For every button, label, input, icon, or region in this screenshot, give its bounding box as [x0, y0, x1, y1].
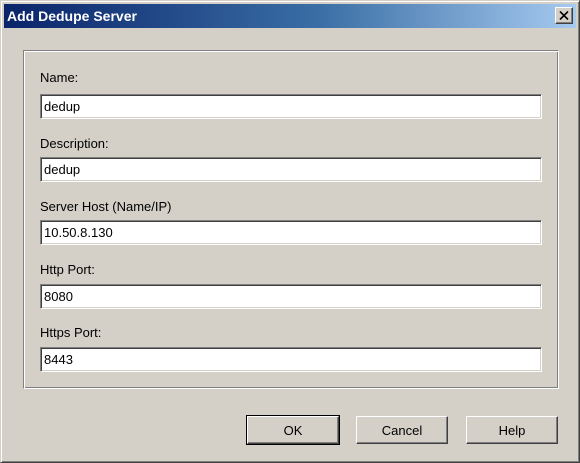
description-input[interactable]	[40, 157, 542, 182]
server-settings-panel: Name: Description: Server Host (Name/IP)…	[23, 50, 559, 389]
title-bar[interactable]: Add Dedupe Server	[4, 4, 576, 28]
cancel-button[interactable]: Cancel	[356, 416, 448, 444]
server-host-input[interactable]	[40, 220, 542, 245]
ok-button[interactable]: OK	[246, 415, 340, 445]
close-button[interactable]	[555, 7, 573, 24]
close-icon	[559, 11, 569, 20]
add-dedupe-server-dialog: Add Dedupe Server Name: Description: Ser…	[0, 0, 580, 463]
name-label: Name:	[40, 70, 79, 85]
https-port-input[interactable]	[40, 347, 542, 372]
name-input[interactable]	[40, 94, 542, 119]
https-port-label: Https Port:	[40, 325, 102, 340]
dialog-title: Add Dedupe Server	[7, 8, 137, 24]
http-port-label: Http Port:	[40, 262, 95, 277]
description-label: Description:	[40, 136, 109, 151]
help-button[interactable]: Help	[466, 416, 558, 444]
http-port-input[interactable]	[40, 284, 542, 309]
server-host-label: Server Host (Name/IP)	[40, 199, 172, 214]
